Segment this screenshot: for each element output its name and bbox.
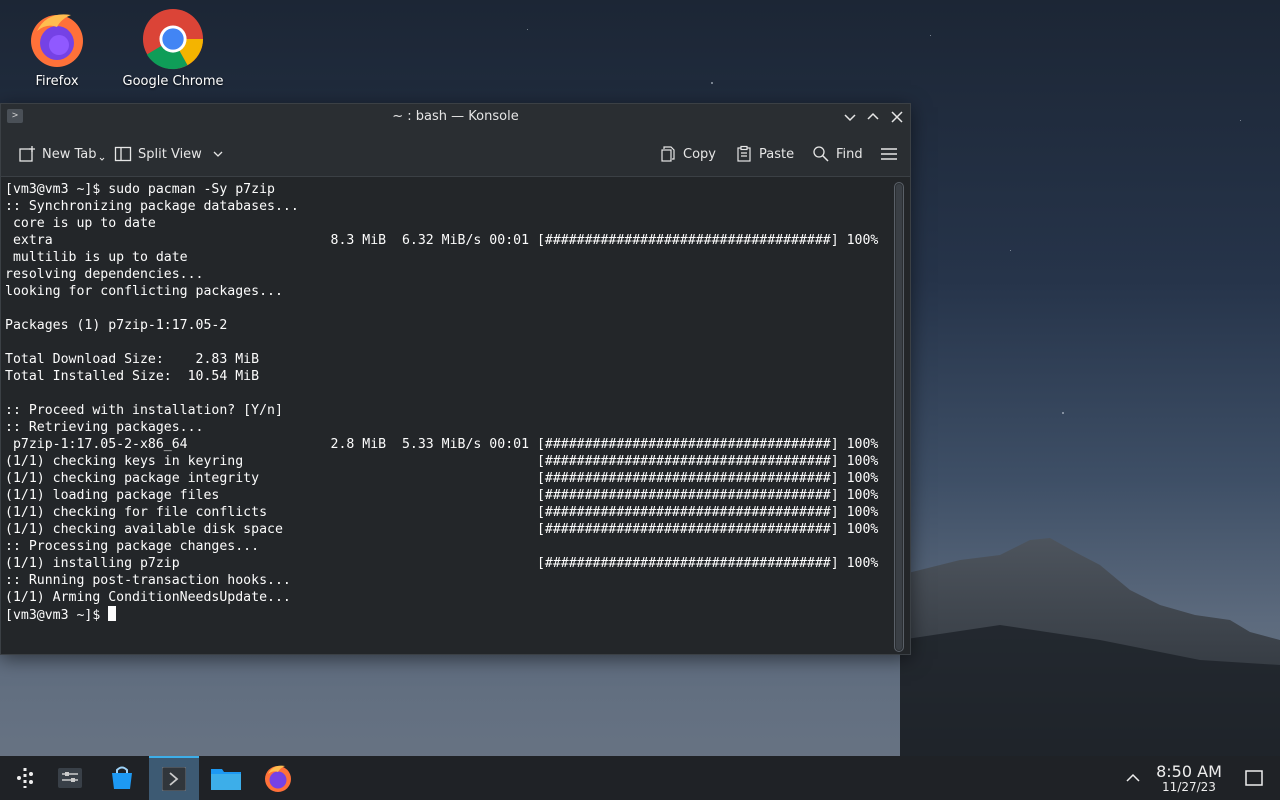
terminal-icon	[162, 767, 186, 791]
taskbar-dolphin[interactable]	[201, 756, 251, 800]
desktop-icon-label: Firefox	[35, 74, 79, 89]
paste-button[interactable]: Paste	[735, 131, 794, 177]
terminal-line: :: Processing package changes...	[5, 539, 260, 554]
taskbar-firefox[interactable]	[253, 756, 303, 800]
new-tab-icon	[19, 146, 35, 162]
terminal-line: :: Synchronizing package databases...	[5, 199, 299, 214]
firefox-icon	[265, 765, 291, 792]
terminal-line: multilib is up to date	[5, 250, 188, 265]
terminal-line: p7zip-1:17.05-2-x86_64 2.8 MiB 5.33 MiB/…	[5, 437, 879, 452]
firefox-icon	[31, 14, 83, 67]
terminal-line: (1/1) Arming ConditionNeedsUpdate...	[5, 590, 291, 605]
desktop-icon-firefox[interactable]: Firefox	[2, 8, 112, 89]
new-tab-label: New Tab	[42, 146, 97, 162]
terminal-scrollbar[interactable]	[894, 182, 904, 652]
folder-icon	[211, 769, 241, 790]
terminal-cursor	[108, 606, 117, 621]
terminal-line: (1/1) loading package files [###########…	[5, 488, 879, 503]
terminal-prompt: [vm3@vm3 ~]$	[5, 608, 109, 623]
terminal-line: (1/1) checking package integrity [######…	[5, 471, 879, 486]
terminal-line: (1/1) installing p7zip [################…	[5, 556, 879, 571]
copy-label: Copy	[683, 146, 716, 162]
terminal-output[interactable]: [vm3@vm3 ~]$ sudo pacman -Sy p7zip:: Syn…	[1, 178, 890, 654]
taskbar-konsole[interactable]	[149, 756, 199, 800]
settings-sliders-icon	[58, 768, 82, 788]
terminal-line: resolving dependencies...	[5, 267, 204, 282]
taskbar: 8:50 AM 11/27/23	[0, 756, 1280, 800]
terminal-line: core is up to date	[5, 216, 156, 231]
close-icon[interactable]	[889, 109, 905, 125]
terminal-line: [vm3@vm3 ~]$ sudo pacman -Sy p7zip	[5, 182, 275, 197]
terminal-line: Total Installed Size: 10.54 MiB	[5, 369, 260, 384]
terminal-line: looking for conflicting packages...	[5, 284, 283, 299]
digital-clock[interactable]: 8:50 AM 11/27/23	[1150, 763, 1228, 794]
system-tray-expand-icon[interactable]	[1125, 771, 1141, 785]
title-bar[interactable]: > ~ : bash — Konsole	[1, 104, 910, 131]
shopping-bag-icon	[112, 766, 132, 789]
new-tab-button[interactable]: New Tab	[18, 131, 105, 177]
maximize-icon[interactable]	[865, 109, 881, 125]
chevron-down-icon	[99, 157, 104, 161]
copy-icon	[661, 146, 675, 162]
copy-button[interactable]: Copy	[659, 131, 716, 177]
terminal-line: :: Retrieving packages...	[5, 420, 204, 435]
minimize-icon[interactable]	[842, 109, 858, 125]
search-icon	[813, 146, 829, 162]
desktop-icon-label: Google Chrome	[122, 74, 224, 89]
find-label: Find	[836, 146, 863, 162]
terminal-line: :: Running post-transaction hooks...	[5, 573, 291, 588]
split-view-icon	[114, 146, 132, 162]
hamburger-menu-button[interactable]	[880, 131, 898, 177]
split-view-label: Split View	[138, 146, 202, 162]
show-desktop-icon[interactable]	[1245, 769, 1263, 787]
terminal-line: (1/1) checking keys in keyring [########…	[5, 454, 879, 469]
toolbar: New Tab Split View Copy Paste Find	[1, 131, 910, 177]
paste-icon	[737, 145, 751, 162]
chevron-down-icon	[213, 151, 223, 157]
chrome-icon	[142, 8, 204, 70]
steamos-launcher-icon	[17, 768, 33, 788]
clock-time: 8:50 AM	[1156, 762, 1222, 781]
taskbar-settings[interactable]	[45, 756, 95, 800]
scrollbar-thumb[interactable]	[896, 184, 902, 650]
desktop-icon-google-chrome[interactable]: Google Chrome	[118, 8, 228, 89]
taskbar-discover[interactable]	[97, 756, 147, 800]
window-title: ~ : bash — Konsole	[392, 109, 519, 124]
terminal-line: extra 8.3 MiB 6.32 MiB/s 00:01 [########…	[5, 233, 879, 248]
application-launcher-button[interactable]	[0, 756, 50, 800]
konsole-window: > ~ : bash — Konsole New Tab Split View …	[0, 103, 911, 655]
terminal-line: (1/1) checking available disk space [###…	[5, 522, 879, 537]
terminal-line: :: Proceed with installation? [Y/n]	[5, 403, 283, 418]
terminal-line: Total Download Size: 2.83 MiB	[5, 352, 260, 367]
hamburger-menu-icon	[881, 148, 897, 160]
find-button[interactable]: Find	[812, 131, 863, 177]
terminal-line: (1/1) checking for file conflicts [#####…	[5, 505, 879, 520]
terminal-prompt-line: [vm3@vm3 ~]$	[5, 606, 890, 623]
paste-label: Paste	[759, 146, 795, 162]
terminal-line: Packages (1) p7zip-1:17.05-2	[5, 318, 228, 333]
split-view-button[interactable]: Split View	[114, 131, 224, 177]
clock-date: 11/27/23	[1162, 780, 1216, 794]
